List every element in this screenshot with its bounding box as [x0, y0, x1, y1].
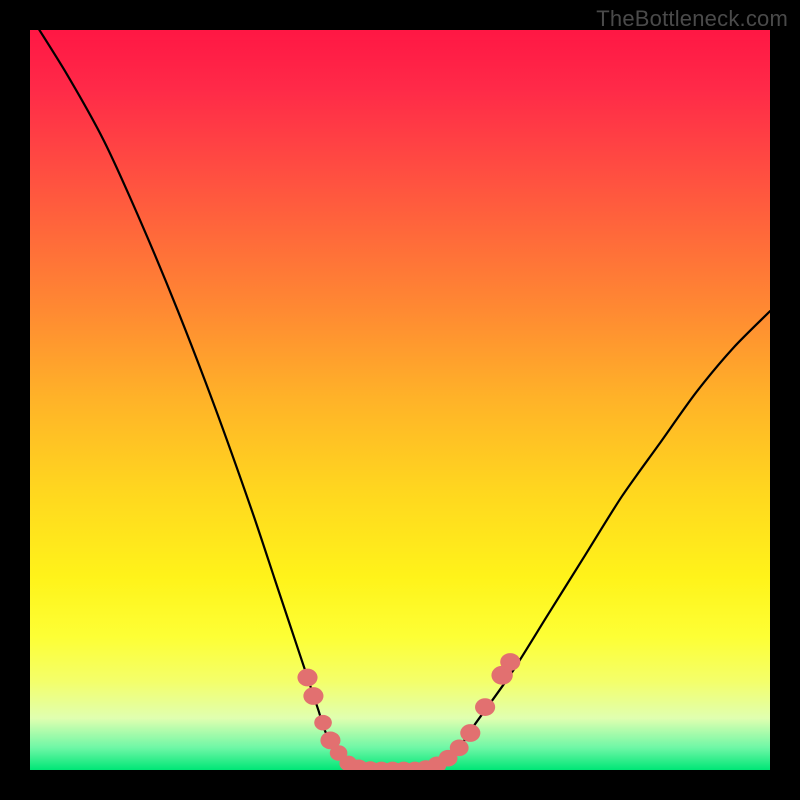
- background-gradient: [30, 30, 770, 770]
- app-frame: TheBottleneck.com: [0, 0, 800, 800]
- watermark-text: TheBottleneck.com: [596, 6, 788, 32]
- plot-area: [30, 30, 770, 770]
